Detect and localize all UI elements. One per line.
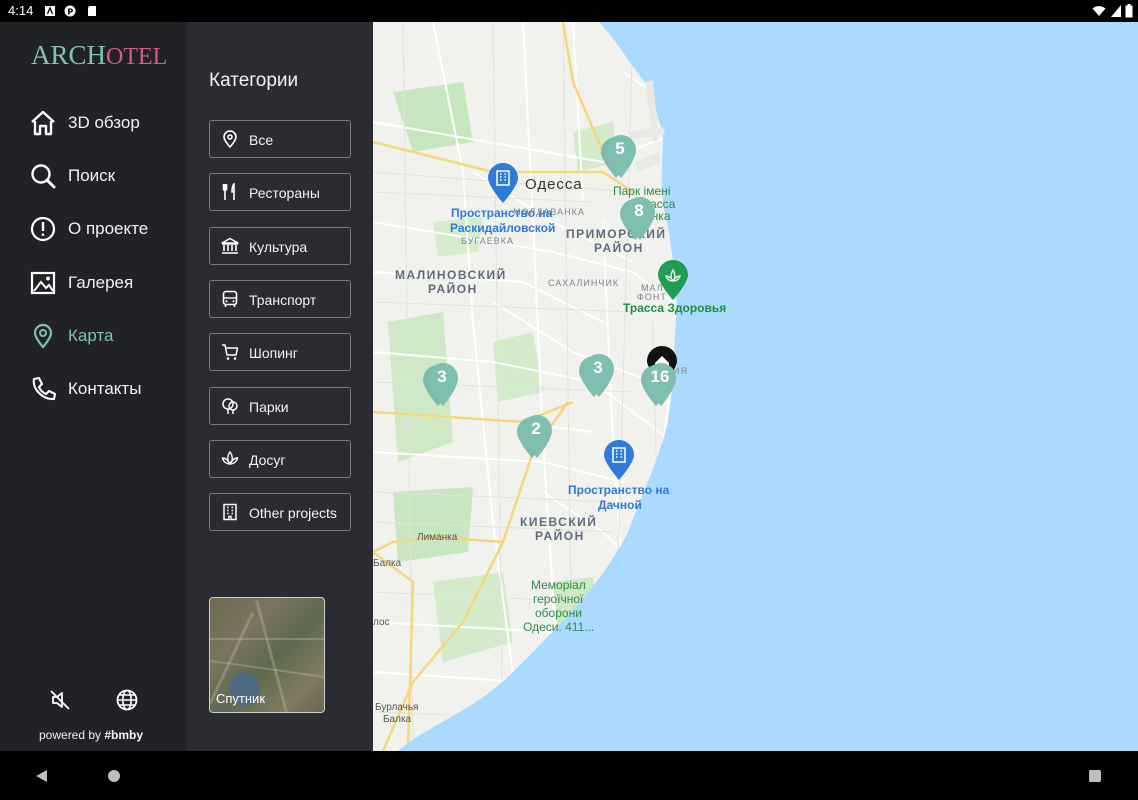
map-view[interactable]: Одесса Парк імені асса енка МОЛДАВАНКА Б… bbox=[373, 22, 1138, 751]
museum-icon bbox=[221, 237, 239, 254]
status-time: 4:14 bbox=[8, 3, 34, 18]
menu-item-label: Контакты bbox=[68, 379, 142, 398]
map-label-odessa: Одесса bbox=[525, 176, 583, 193]
app-screen: 4:14 P ARCHOTEL 3D обзор Поиск О проекте… bbox=[0, 0, 1138, 800]
notification-p-icon: P bbox=[64, 5, 76, 17]
image-icon bbox=[30, 271, 56, 295]
cluster-marker[interactable]: 5 bbox=[599, 132, 639, 180]
menu-item-label: О проекте bbox=[68, 219, 149, 238]
menu-item-gallery[interactable]: Галерея bbox=[30, 268, 180, 298]
map-pin-icon bbox=[33, 323, 53, 349]
poi-marker-raskidailovskaya[interactable] bbox=[486, 162, 520, 204]
category-restaurants-button[interactable]: Рестораны bbox=[209, 173, 351, 211]
category-all-button[interactable]: Все bbox=[209, 120, 351, 158]
wifi-icon bbox=[1092, 6, 1106, 16]
category-other-projects-button[interactable]: Other projects bbox=[209, 493, 351, 531]
menu-item-about[interactable]: О проекте bbox=[30, 214, 180, 244]
category-transport-button[interactable]: Транспорт bbox=[209, 280, 351, 318]
powered-by: powered by #bmby bbox=[39, 728, 144, 742]
fork-knife-icon bbox=[222, 183, 235, 200]
battery-icon bbox=[1125, 4, 1133, 18]
menu-item-3d-tour[interactable]: 3D обзор bbox=[30, 108, 180, 138]
category-parks-button[interactable]: Парки bbox=[209, 387, 351, 425]
satellite-label: Спутник bbox=[216, 691, 266, 706]
poi-marker-dachnaya[interactable] bbox=[602, 439, 636, 481]
main-menu: ARCHOTEL 3D обзор Поиск О проекте Галере… bbox=[0, 22, 187, 751]
cluster-marker[interactable]: 2 bbox=[515, 412, 555, 460]
building-icon bbox=[223, 503, 237, 521]
notification-a-icon bbox=[45, 6, 55, 16]
menu-item-label: 3D обзор bbox=[68, 113, 140, 132]
category-culture-button[interactable]: Культура bbox=[209, 227, 351, 265]
map-label-malinovsky-1: МАЛИНОВСКИЙ bbox=[395, 268, 507, 282]
cluster-marker[interactable]: 3 bbox=[577, 351, 617, 399]
map-label-raskidailovskaya-2: Раскидайловской bbox=[450, 221, 556, 235]
cluster-marker[interactable]: 8 bbox=[618, 194, 658, 242]
map-label-memorial-2: героїчної bbox=[533, 592, 584, 606]
categories-title: Категории bbox=[209, 70, 299, 91]
poi-marker-trassa[interactable] bbox=[656, 259, 690, 301]
map-label-kievsky-1: КИЕВСКИЙ bbox=[520, 515, 598, 529]
categories-panel: Категории Все Рестораны Культура Транспо… bbox=[187, 22, 373, 751]
back-icon[interactable] bbox=[34, 769, 48, 783]
menu-item-label: Карта bbox=[68, 326, 114, 345]
phone-icon bbox=[32, 376, 56, 401]
map-label-los: лос bbox=[373, 617, 390, 628]
bus-icon bbox=[222, 290, 238, 307]
app-logo: ARCHOTEL bbox=[31, 40, 168, 70]
cluster-marker[interactable]: 3 bbox=[421, 360, 461, 408]
map-label-memorial-4: Одеси. 411... bbox=[523, 620, 595, 634]
globe-icon[interactable] bbox=[115, 688, 139, 712]
recents-icon[interactable] bbox=[1088, 769, 1102, 783]
menu-item-contacts[interactable]: Контакты bbox=[30, 374, 180, 404]
info-icon bbox=[30, 216, 56, 242]
map-label-kievsky-2: РАЙОН bbox=[535, 529, 585, 543]
category-leisure-button[interactable]: Досуг bbox=[209, 440, 351, 478]
category-shopping-button[interactable]: Шопинг bbox=[209, 333, 351, 371]
map-label-malinovsky-2: РАЙОН bbox=[428, 282, 478, 296]
map-label-trassa: Трасса Здоровья bbox=[623, 301, 727, 315]
tree-icon bbox=[222, 398, 238, 414]
menu-item-label: Поиск bbox=[68, 166, 116, 185]
map-label-balka: Балка bbox=[373, 558, 402, 569]
menu-item-map[interactable]: Карта bbox=[30, 321, 180, 351]
menu-item-search[interactable]: Поиск bbox=[30, 161, 180, 191]
lotus-icon bbox=[221, 450, 239, 465]
home-nav-icon[interactable] bbox=[107, 769, 121, 783]
map-label-sakhalinchik: САХАЛИНЧИК bbox=[548, 278, 620, 288]
map-label-limanka: Лиманка bbox=[417, 532, 458, 543]
menu-item-label: Галерея bbox=[68, 273, 134, 292]
sound-off-icon[interactable] bbox=[48, 688, 72, 712]
signal-icon bbox=[1111, 5, 1121, 17]
map-label-memorial-3: оборони bbox=[535, 606, 582, 620]
search-icon bbox=[31, 164, 56, 189]
system-nav-bar bbox=[0, 751, 1138, 800]
pin-icon bbox=[223, 130, 237, 148]
status-bar: 4:14 P bbox=[0, 0, 1138, 22]
map-base bbox=[373, 22, 1138, 751]
satellite-toggle-button[interactable]: Спутник bbox=[209, 597, 325, 713]
map-label-raskidailovskaya-1: Пространство на bbox=[451, 206, 553, 220]
cluster-marker[interactable]: 16 bbox=[639, 360, 679, 408]
map-label-dachnaya-1: Пространство на bbox=[568, 483, 670, 497]
map-label-primorsky-2: РАЙОН bbox=[594, 241, 644, 255]
svg-text:P: P bbox=[67, 7, 73, 16]
sd-card-icon bbox=[88, 6, 96, 16]
map-label-memorial-1: Меморіал bbox=[531, 578, 586, 592]
home-icon bbox=[31, 110, 55, 136]
map-label-bugaevka: БУГАЕВКА bbox=[461, 236, 514, 246]
map-label-burlachya-2: Балка bbox=[383, 714, 412, 725]
map-label-dachnaya-2: Дачной bbox=[598, 498, 642, 512]
cart-icon bbox=[222, 344, 239, 360]
